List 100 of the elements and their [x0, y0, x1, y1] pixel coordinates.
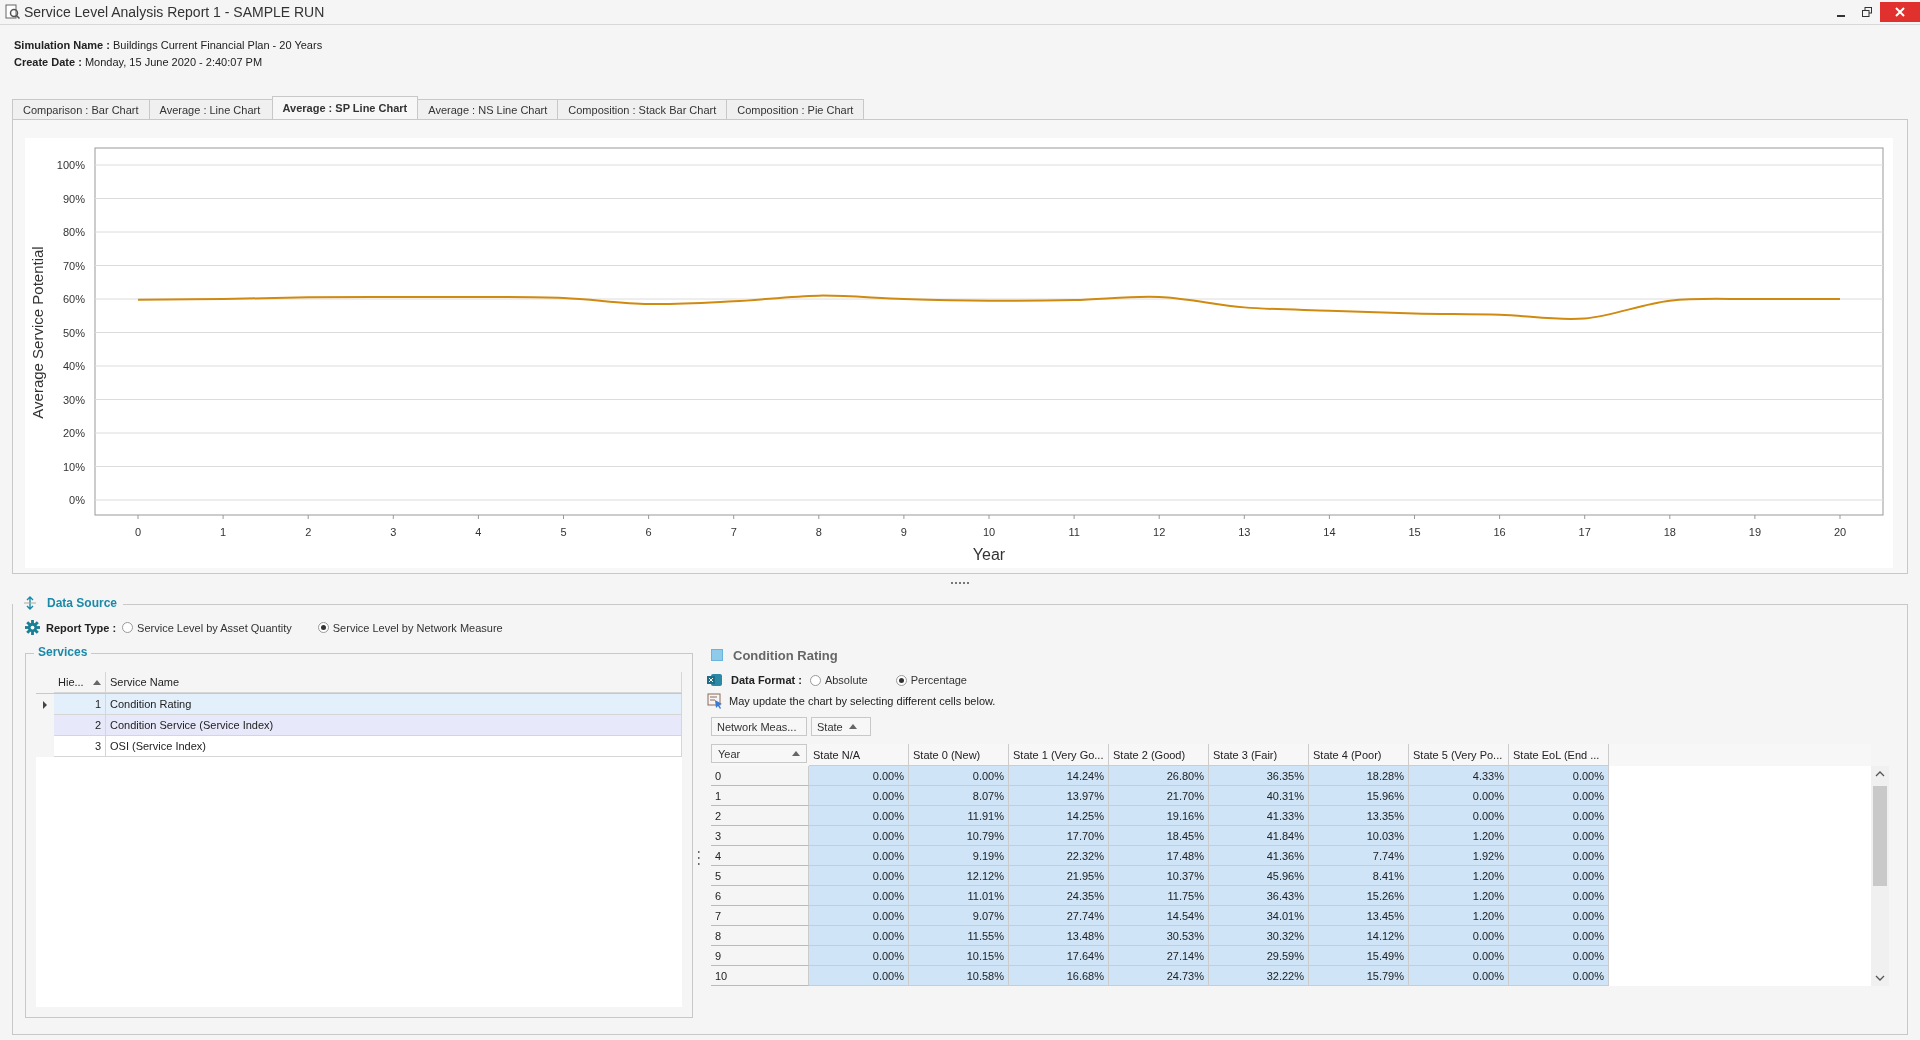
table-cell[interactable]: 0.00%: [809, 766, 909, 786]
table-cell[interactable]: 19.16%: [1109, 806, 1209, 826]
column-header[interactable]: State 5 (Very Po...: [1409, 744, 1509, 766]
table-cell[interactable]: 0.00%: [809, 906, 909, 926]
table-cell[interactable]: 0.00%: [809, 826, 909, 846]
radio-button[interactable]: [895, 674, 907, 686]
table-cell[interactable]: 10.79%: [909, 826, 1009, 846]
radio-option[interactable]: Service Level by Asset Quantity: [122, 621, 292, 634]
table-cell[interactable]: 34.01%: [1209, 906, 1309, 926]
table-cell[interactable]: 41.36%: [1209, 846, 1309, 866]
table-cell[interactable]: 0.00%: [1509, 866, 1609, 886]
table-cell[interactable]: 10.15%: [909, 946, 1009, 966]
filter-field[interactable]: Network Meas...: [711, 717, 807, 736]
table-cell[interactable]: 17.48%: [1109, 846, 1209, 866]
radio-option[interactable]: Service Level by Network Measure: [317, 621, 503, 634]
table-cell[interactable]: 22.32%: [1009, 846, 1109, 866]
column-header[interactable]: State N/A: [809, 744, 909, 766]
row-header[interactable]: 6: [711, 886, 809, 906]
table-cell[interactable]: 0.00%: [809, 966, 909, 986]
table-cell[interactable]: 0.00%: [1409, 786, 1509, 806]
table-cell[interactable]: 8.41%: [1309, 866, 1409, 886]
table-cell[interactable]: 0.00%: [1509, 966, 1609, 986]
table-cell[interactable]: 11.55%: [909, 926, 1009, 946]
table-cell[interactable]: 3: [54, 736, 106, 757]
table-cell[interactable]: 36.43%: [1209, 886, 1309, 906]
table-cell[interactable]: 30.53%: [1109, 926, 1209, 946]
table-cell[interactable]: 11.91%: [909, 806, 1009, 826]
table-cell[interactable]: 0.00%: [1409, 946, 1509, 966]
table-cell[interactable]: 1.20%: [1409, 886, 1509, 906]
table-cell[interactable]: 18.28%: [1309, 766, 1409, 786]
scrollbar[interactable]: [1871, 766, 1889, 986]
table-cell[interactable]: 12.12%: [909, 866, 1009, 886]
table-cell[interactable]: 0.00%: [809, 786, 909, 806]
table-cell[interactable]: 24.35%: [1009, 886, 1109, 906]
table-cell[interactable]: 0.00%: [909, 766, 1009, 786]
table-cell[interactable]: 15.96%: [1309, 786, 1409, 806]
table-cell[interactable]: 0.00%: [1509, 846, 1609, 866]
scroll-down-icon[interactable]: [1875, 974, 1885, 982]
table-cell[interactable]: 0.00%: [809, 946, 909, 966]
table-cell[interactable]: 27.14%: [1109, 946, 1209, 966]
table-cell[interactable]: 0.00%: [1509, 766, 1609, 786]
row-header[interactable]: 1: [711, 786, 809, 806]
table-cell[interactable]: 14.54%: [1109, 906, 1209, 926]
table-cell[interactable]: 14.25%: [1009, 806, 1109, 826]
radio-button[interactable]: [317, 622, 329, 633]
table-cell[interactable]: 0.00%: [1509, 886, 1609, 906]
column-header[interactable]: State 2 (Good): [1109, 744, 1209, 766]
row-field[interactable]: Year: [711, 744, 807, 763]
table-cell[interactable]: 13.35%: [1309, 806, 1409, 826]
row-header[interactable]: 3: [711, 826, 809, 846]
table-cell[interactable]: 0.00%: [809, 886, 909, 906]
table-cell[interactable]: 15.49%: [1309, 946, 1409, 966]
radio-option[interactable]: Percentage: [895, 674, 967, 686]
table-cell[interactable]: 0.00%: [1509, 926, 1609, 946]
table-cell[interactable]: 15.26%: [1309, 886, 1409, 906]
column-header[interactable]: State 3 (Fair): [1209, 744, 1309, 766]
table-cell[interactable]: 11.75%: [1109, 886, 1209, 906]
row-header[interactable]: 9: [711, 946, 809, 966]
table-cell[interactable]: 0.00%: [1509, 946, 1609, 966]
table-cell[interactable]: 1.20%: [1409, 866, 1509, 886]
table-cell[interactable]: 0.00%: [1409, 806, 1509, 826]
table-cell[interactable]: 27.74%: [1009, 906, 1109, 926]
table-cell[interactable]: 13.45%: [1309, 906, 1409, 926]
table-cell[interactable]: 0.00%: [1409, 926, 1509, 946]
table-cell[interactable]: 13.48%: [1009, 926, 1109, 946]
table-cell[interactable]: 0.00%: [809, 846, 909, 866]
table-cell[interactable]: 36.35%: [1209, 766, 1309, 786]
table-cell[interactable]: 21.70%: [1109, 786, 1209, 806]
table-cell[interactable]: 10.37%: [1109, 866, 1209, 886]
table-cell[interactable]: OSI (Service Index): [106, 736, 682, 757]
table-cell[interactable]: 0.00%: [809, 926, 909, 946]
table-cell[interactable]: 14.12%: [1309, 926, 1409, 946]
table-cell[interactable]: 1.92%: [1409, 846, 1509, 866]
table-cell[interactable]: 29.59%: [1209, 946, 1309, 966]
row-header[interactable]: 7: [711, 906, 809, 926]
table-cell[interactable]: 0.00%: [1509, 826, 1609, 846]
splitter-handle-icon[interactable]: [697, 850, 700, 866]
table-cell[interactable]: 16.68%: [1009, 966, 1109, 986]
table-cell[interactable]: 21.95%: [1009, 866, 1109, 886]
table-cell[interactable]: 0.00%: [1509, 906, 1609, 926]
table-cell[interactable]: 30.32%: [1209, 926, 1309, 946]
table-cell[interactable]: 17.64%: [1009, 946, 1109, 966]
table-cell[interactable]: 8.07%: [909, 786, 1009, 806]
radio-button[interactable]: [122, 622, 134, 633]
table-cell[interactable]: 0.00%: [1409, 966, 1509, 986]
table-cell[interactable]: 18.45%: [1109, 826, 1209, 846]
table-cell[interactable]: Condition Service (Service Index): [106, 715, 682, 736]
table-cell[interactable]: Condition Rating: [106, 694, 682, 715]
chart-tab[interactable]: Average : NS Line Chart: [417, 99, 559, 119]
chart-tab[interactable]: Comparison : Bar Chart: [12, 99, 150, 119]
table-cell[interactable]: 17.70%: [1009, 826, 1109, 846]
table-cell[interactable]: 9.19%: [909, 846, 1009, 866]
table-cell[interactable]: 1.20%: [1409, 906, 1509, 926]
table-cell[interactable]: 4.33%: [1409, 766, 1509, 786]
table-cell[interactable]: 0.00%: [1509, 786, 1609, 806]
chart-tab[interactable]: Composition : Stack Bar Chart: [557, 99, 728, 119]
table-cell[interactable]: 40.31%: [1209, 786, 1309, 806]
table-cell[interactable]: 10.03%: [1309, 826, 1409, 846]
column-header[interactable]: Hie...: [54, 672, 106, 693]
column-header[interactable]: Service Name: [106, 672, 682, 693]
